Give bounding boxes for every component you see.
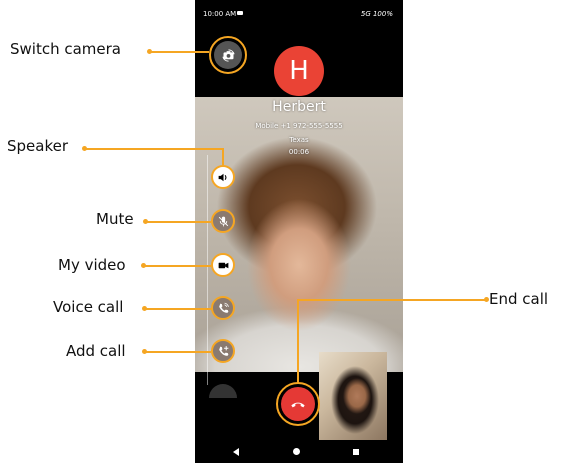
callout-line-add-call [146,351,211,353]
switch-camera-icon [221,48,235,62]
caller-avatar: H [274,46,324,96]
caller-number: Mobile +1 972-555-5555 [255,122,343,130]
recents-icon[interactable] [353,449,359,455]
status-bar: 10:00 AM 5G 100% [195,0,403,26]
switch-camera-button[interactable] [209,36,247,74]
nav-bar [195,440,403,463]
label-speaker: Speaker [7,137,69,155]
caller-location: Texas [289,136,309,144]
mute-button[interactable] [211,209,235,233]
status-time: 10:00 AM [203,10,237,18]
caller-name: Herbert [272,99,326,115]
callout-line-end-call-h [298,299,485,301]
self-preview-video[interactable] [319,352,387,440]
callout-line-switch-camera [151,51,209,53]
end-call-icon [291,402,305,408]
remote-video: Herbert Mobile +1 972-555-5555 Texas 00:… [195,97,403,372]
speaker-icon [218,173,226,181]
call-duration: 00:06 [288,148,310,156]
callout-line-voice-call [146,308,211,310]
callout-line-speaker-h [86,148,223,150]
back-icon[interactable] [233,448,239,456]
status-indicators: 5G 100% [360,10,393,18]
label-add-call: Add call [66,342,126,360]
voice-call-button[interactable] [211,296,235,320]
message-icon [237,11,243,15]
callout-line-speaker-v [222,148,224,165]
mic-off-icon [218,216,228,226]
callout-line-end-call-v [297,299,299,383]
add-call-icon [218,345,228,356]
add-call-button[interactable] [211,339,235,363]
callout-line-mute [147,221,211,223]
video-icon [218,262,228,268]
label-mute: Mute [96,210,134,228]
voice-call-icon [218,302,229,313]
home-icon[interactable] [293,448,300,455]
end-call-button[interactable] [276,382,320,426]
label-switch-camera: Switch camera [10,40,121,58]
label-end-call: End call [489,290,549,308]
callout-line-my-video [145,265,211,267]
label-voice-call: Voice call [53,298,124,316]
my-video-button[interactable] [211,253,235,277]
label-my-video: My video [58,256,126,274]
speaker-button[interactable] [211,165,235,189]
